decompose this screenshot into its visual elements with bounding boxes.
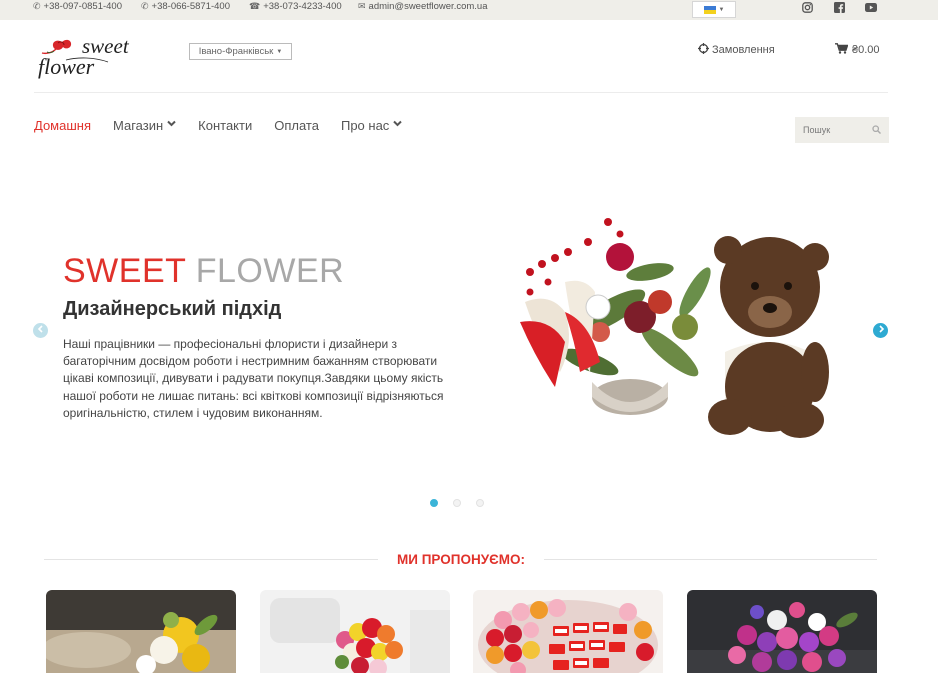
nav-item-label: Контакти [198,117,253,133]
instagram-icon[interactable] [801,1,813,13]
phone-contact-2[interactable]: ✆ +38-066-5871-400 [141,0,230,13]
slider-prev-button[interactable] [33,323,48,338]
search-box [795,117,889,143]
product-card-3[interactable] [473,590,663,673]
phone-3-text: +38-073-4233-400 [263,1,342,12]
nav-item-about[interactable]: Про нас [340,117,403,133]
cart-link[interactable]: ₴0.00 [835,43,880,57]
nav-item-contacts[interactable]: Контакти [198,117,252,133]
search-input[interactable] [803,125,863,135]
nav-item-label: Магазин [113,117,164,133]
ua-flag-icon [703,5,716,14]
city-selector[interactable]: Івано-Франківськ ▼ [189,43,292,60]
hero-description: Наші працівники — професіональні флорист… [63,337,444,420]
cart-total: ₴0.00 [852,44,880,56]
section-divider-right [544,559,877,560]
product-card-4[interactable] [687,590,877,673]
top-bar: ✆ +38-097-0851-400 ✆ +38-066-5871-400 ☎ … [0,0,938,20]
city-label: Івано-Франківськ [198,46,274,57]
nav-item-label: Про нас [340,117,390,133]
arrow-right-icon [877,325,885,336]
youtube-icon[interactable] [865,1,877,13]
slider-pagination [430,499,484,507]
search-icon[interactable] [872,121,881,139]
nav-item-label: Домашня [34,117,91,133]
product-image-purple-bouquet [687,590,877,673]
nav-item-label: Оплата [274,117,319,133]
language-switcher[interactable]: ▼ [692,1,736,18]
phone-contact-1[interactable]: ✆ +38-097-0851-400 [33,0,122,13]
viber-icon: ✆ [141,1,149,11]
phone-2-text: +38-066-5871-400 [151,1,230,12]
shopping-cart-icon [835,43,849,57]
nav-item-shop[interactable]: Магазин [113,117,176,133]
slider-dot-1[interactable] [430,499,438,507]
orders-label: Замовлення [712,44,775,56]
nav-item-home[interactable]: Домашня [34,117,91,133]
phone-icon: ☎ [249,1,261,11]
slider-next-button[interactable] [873,323,888,338]
main-nav: Домашня Магазин Контакти Оплата Про нас [34,117,403,133]
offers-title: МИ ПРОПОНУЄМО: [384,552,538,567]
product-image-roses-bouquet [260,590,450,673]
section-divider-left [44,559,378,560]
slider-dot-3[interactable] [476,499,484,507]
rose-icon [41,39,72,55]
phone-contact-3[interactable]: ☎ +38-073-4233-400 [249,0,342,13]
site-logo[interactable]: sweet flower [36,34,140,80]
hero-title: SWEET FLOWER [63,252,344,291]
facebook-icon[interactable] [833,1,845,13]
product-card-2[interactable] [260,590,450,673]
email-contact[interactable]: ✉ admin@sweetflower.com.ua [358,0,488,13]
product-card-1[interactable] [46,590,236,673]
nav-item-payment[interactable]: Оплата [274,117,319,133]
hero-title-red: SWEET [63,252,186,290]
phone-1-text: +38-097-0851-400 [43,1,122,12]
email-text: admin@sweetflower.com.ua [368,1,488,12]
hero-title-gray: FLOWER [195,252,345,290]
slider-dot-2[interactable] [453,499,461,507]
product-image-yellow-bouquet [46,590,236,673]
arrow-left-icon [37,325,45,336]
product-image-heart-box-roses [473,590,663,673]
caret-down-icon: ▼ [718,6,725,13]
hero-image-bouquet-and-teddy-bear [470,212,840,452]
header-divider [34,92,888,93]
whatsapp-icon: ✆ [33,1,41,11]
envelope-icon: ✉ [358,1,366,11]
caret-down-icon: ▼ [276,48,283,55]
orders-link[interactable]: Замовлення [698,43,775,57]
crosshair-icon [698,43,709,57]
chevron-down-icon [393,119,403,129]
hero-subtitle: Дизайнерський підхід [63,298,282,320]
chevron-down-icon [167,119,176,129]
